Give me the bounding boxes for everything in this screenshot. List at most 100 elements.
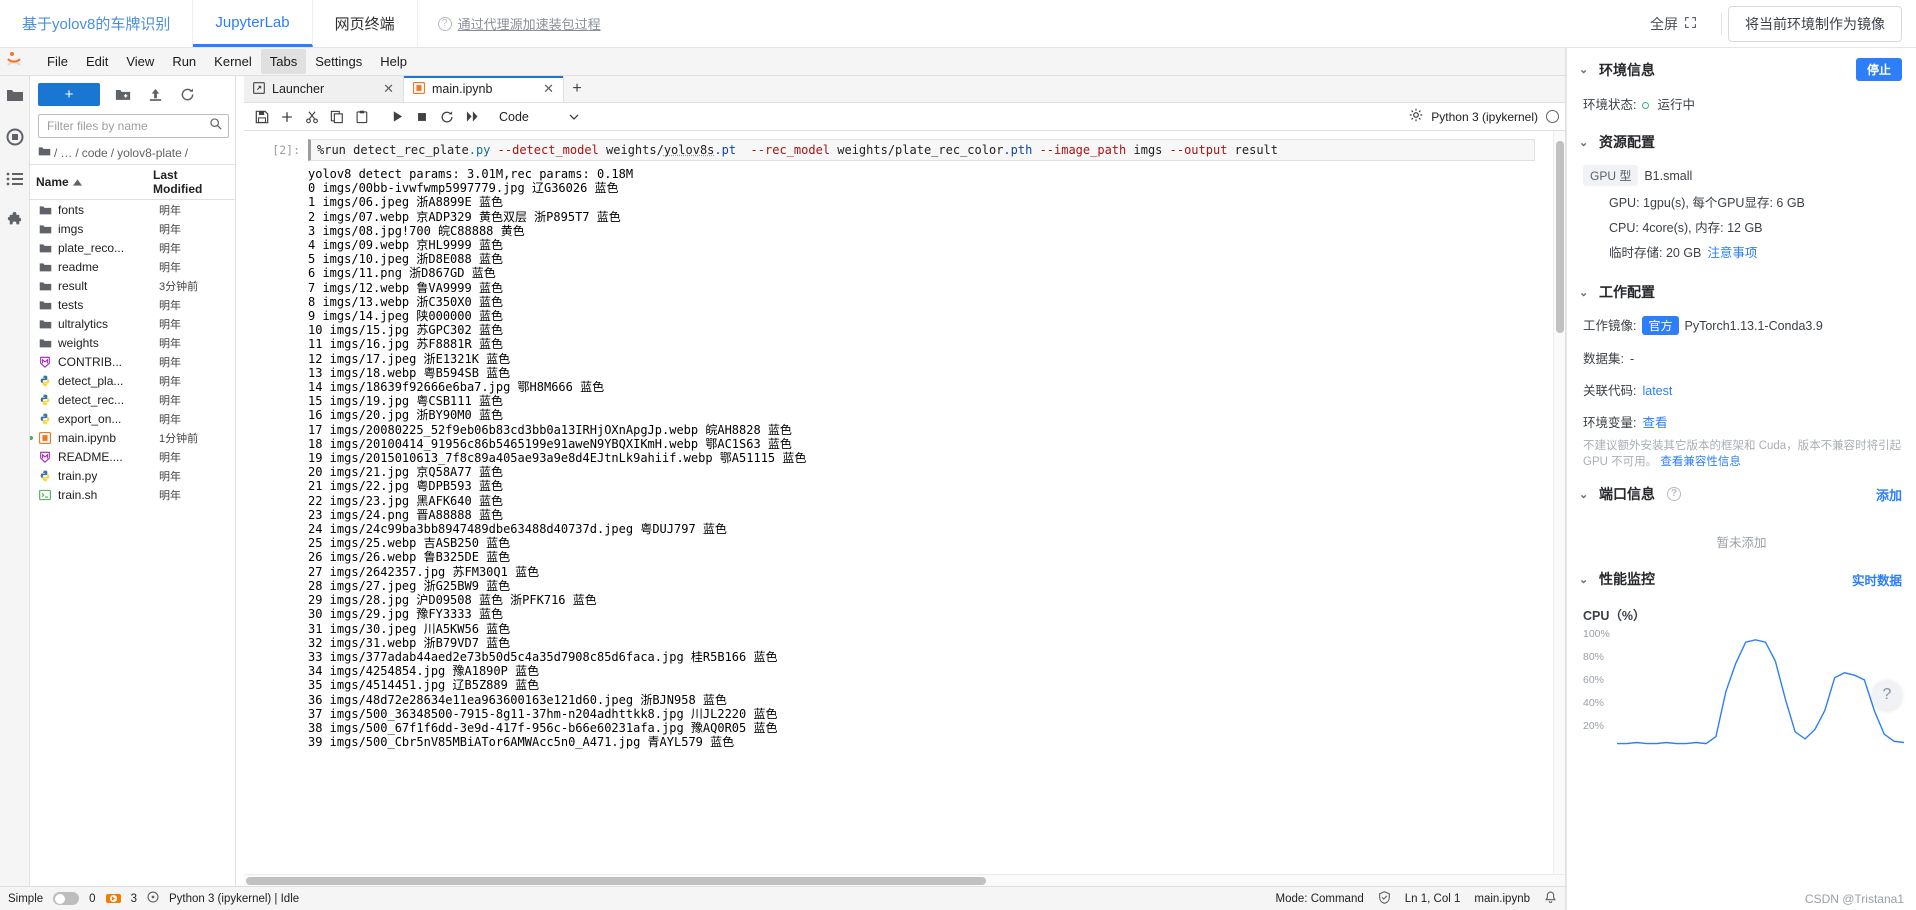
code-value[interactable]: latest	[1642, 384, 1672, 398]
file-list-item[interactable]: main.ipynb 1分钟前	[30, 428, 235, 447]
notifications-bell-icon[interactable]	[1544, 891, 1557, 907]
filter-files-field[interactable]	[38, 114, 229, 138]
proxy-note-link[interactable]: 通过代理源加速装包过程	[458, 14, 601, 33]
cell-type-select[interactable]: Code	[493, 106, 585, 128]
menu-edit[interactable]: Edit	[77, 49, 117, 74]
help-floating-button[interactable]: ?	[1872, 680, 1902, 710]
breadcrumb-yolov8-plate[interactable]: yolov8-plate	[117, 146, 182, 160]
file-list-item[interactable]: imgs 明年	[30, 219, 235, 238]
compat-warning-link[interactable]: 查看兼容性信息	[1660, 456, 1741, 468]
python-icon	[36, 470, 54, 482]
platform-tab-project-label: 基于yolov8的车牌识别	[22, 16, 171, 33]
section-perf[interactable]: ⌄ 性能监控 实时数据	[1567, 565, 1916, 599]
column-header-modified[interactable]: Last Modified	[153, 168, 229, 196]
search-input[interactable]	[45, 118, 205, 134]
file-list-item[interactable]: detect_rec... 明年	[30, 390, 235, 409]
menu-tabs[interactable]: Tabs	[260, 49, 307, 74]
new-launcher-button[interactable]: +	[38, 83, 100, 106]
menu-help[interactable]: Help	[371, 49, 416, 74]
menu-run[interactable]: Run	[163, 49, 205, 74]
table-of-contents-icon[interactable]	[4, 168, 26, 190]
copy-icon[interactable]	[325, 105, 349, 129]
file-list-item[interactable]: weights 明年	[30, 333, 235, 352]
cut-icon[interactable]	[300, 105, 324, 129]
file-list-item[interactable]: result 3分钟前	[30, 276, 235, 295]
settings-gear-icon[interactable]	[1409, 108, 1423, 125]
insert-cell-icon[interactable]	[275, 105, 299, 129]
stop-kernel-icon[interactable]	[410, 105, 434, 129]
code-token: .pth	[1003, 143, 1033, 157]
notebook-horizontal-scrollbar[interactable]	[244, 874, 1565, 886]
scrollbar-thumb-h[interactable]	[246, 877, 986, 885]
menu-view[interactable]: View	[117, 49, 163, 74]
file-list-item[interactable]: detect_pla... 明年	[30, 371, 235, 390]
dock-tab-main-ipynb[interactable]: main.ipynb ✕	[404, 76, 564, 102]
file-browser-panel: + Filter files by name / … / code / yolo…	[30, 76, 236, 886]
menu-kernel[interactable]: Kernel	[205, 49, 261, 74]
running-kernels-icon[interactable]	[4, 126, 26, 148]
refresh-icon[interactable]	[178, 86, 196, 104]
simple-mode-toggle[interactable]	[53, 892, 80, 905]
close-icon[interactable]: ✕	[383, 81, 394, 97]
cursor-position: Ln 1, Col 1	[1404, 892, 1461, 905]
file-list-item[interactable]: tests 明年	[30, 295, 235, 314]
file-browser-icon[interactable]	[4, 84, 26, 106]
notebook-scroll-region[interactable]: [2]: %run detect_rec_plate.py --detect_m…	[244, 131, 1553, 874]
platform-tab-project[interactable]: 基于yolov8的车牌识别	[0, 0, 194, 47]
run-cell-icon[interactable]	[385, 105, 409, 129]
kernel-name-label[interactable]: Python 3 (ipykernel)	[1431, 110, 1538, 124]
menu-settings[interactable]: Settings	[306, 49, 371, 74]
trusted-icon[interactable]	[1378, 890, 1391, 907]
file-list-item[interactable]: ultralytics 明年	[30, 314, 235, 333]
close-icon[interactable]: ✕	[543, 81, 554, 97]
file-list-item[interactable]: CONTRIB... 明年	[30, 352, 235, 371]
breadcrumb-sep-0[interactable]: /	[54, 146, 57, 160]
gpu-type-row: GPU 型 B1.small	[1567, 162, 1916, 189]
stop-env-button[interactable]: 停止	[1855, 58, 1902, 81]
notebook-vertical-scrollbar[interactable]	[1553, 131, 1565, 874]
notebook-cell[interactable]: [2]: %run detect_rec_plate.py --detect_m…	[244, 131, 1553, 161]
extension-manager-icon[interactable]	[4, 210, 26, 232]
env-var-view-link[interactable]: 查看	[1642, 412, 1667, 431]
folder-icon	[36, 280, 54, 292]
help-circle-icon[interactable]: ?	[1667, 487, 1681, 501]
file-list-item[interactable]: plate_reco... 明年	[30, 238, 235, 257]
fullscreen-button[interactable]: 全屏	[1632, 0, 1715, 47]
breadcrumb-ellipsis[interactable]: …	[60, 146, 72, 160]
restart-kernel-icon[interactable]	[435, 105, 459, 129]
y-tick-40: 40%	[1583, 697, 1605, 709]
file-list-item[interactable]: fonts 明年	[30, 200, 235, 219]
file-list-item[interactable]: export_on... 明年	[30, 409, 235, 428]
file-list-item[interactable]: train.py 明年	[30, 466, 235, 485]
file-list-item[interactable]: train.sh 明年	[30, 485, 235, 504]
cell-code-editor[interactable]: %run detect_rec_plate.py --detect_model …	[308, 139, 1535, 161]
section-resources[interactable]: ⌄ 资源配置	[1567, 116, 1916, 162]
menu-file[interactable]: File	[38, 49, 77, 74]
column-header-name[interactable]: Name	[36, 175, 153, 189]
new-folder-icon[interactable]	[114, 86, 132, 104]
breadcrumb-code[interactable]: code	[82, 146, 108, 160]
kernel-status-text[interactable]: Python 3 (ipykernel) | Idle	[169, 893, 299, 905]
gpu-type-label: GPU 型	[1583, 165, 1639, 186]
new-tab-button[interactable]: +	[564, 76, 590, 102]
platform-tab-webterminal[interactable]: 网页终端	[313, 0, 418, 47]
restart-run-all-icon[interactable]	[460, 105, 484, 129]
platform-tab-jupyterlab[interactable]: JupyterLab	[193, 0, 313, 47]
section-env-info[interactable]: ⌄ 环境信息 停止	[1567, 48, 1916, 91]
scrollbar-thumb[interactable]	[1556, 141, 1564, 333]
file-list-item[interactable]: readme 明年	[30, 257, 235, 276]
paste-icon[interactable]	[350, 105, 374, 129]
code-token: %run detect_rec_plate	[317, 143, 469, 157]
realtime-data-link[interactable]: 实时数据	[1852, 570, 1902, 589]
upload-icon[interactable]	[146, 86, 164, 104]
breadcrumb-root-icon[interactable]	[38, 145, 51, 160]
make-image-button[interactable]: 将当前环境制作为镜像	[1728, 5, 1902, 42]
file-list-item[interactable]: README.... 明年	[30, 447, 235, 466]
dock-tab-launcher[interactable]: Launcher ✕	[244, 76, 404, 102]
chevron-down-icon: ⌄	[1579, 64, 1589, 76]
section-ports[interactable]: ⌄ 端口信息 ? 添加	[1567, 476, 1916, 514]
disk-note-link[interactable]: 注意事项	[1707, 242, 1757, 261]
add-port-button[interactable]: 添加	[1876, 485, 1902, 504]
section-workspace[interactable]: ⌄ 工作配置	[1567, 264, 1916, 312]
save-icon[interactable]	[250, 105, 274, 129]
